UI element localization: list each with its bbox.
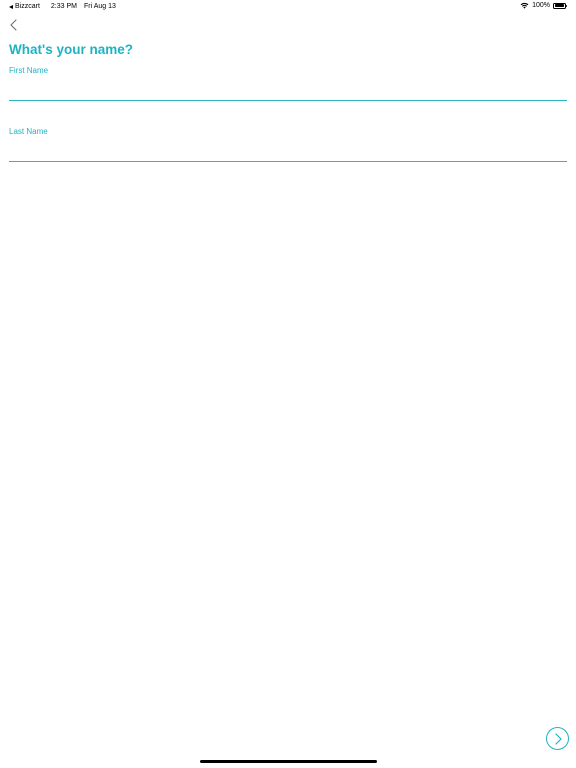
page-title: What's your name?: [9, 42, 133, 57]
status-right: 100%: [520, 2, 568, 9]
chevron-right-icon: [554, 732, 562, 745]
home-indicator[interactable]: [200, 760, 377, 763]
status-left: Bizzcart 2:33 PM Fri Aug 13: [9, 3, 116, 10]
last-name-input[interactable]: [9, 137, 567, 162]
back-to-app-link[interactable]: Bizzcart: [9, 3, 40, 10]
battery-cap: [566, 4, 568, 8]
battery-icon: [553, 2, 568, 9]
first-name-input[interactable]: [9, 76, 567, 101]
status-date: Fri Aug 13: [83, 3, 116, 10]
first-name-field: First Name: [9, 66, 567, 101]
wifi-icon: [520, 2, 529, 9]
name-entry-screen: Bizzcart 2:33 PM Fri Aug 13 100% What's …: [0, 0, 576, 768]
back-app-name: Bizzcart: [15, 3, 40, 10]
last-name-field: Last Name: [9, 127, 567, 162]
back-button[interactable]: [6, 17, 20, 33]
battery-fill: [554, 4, 565, 7]
status-time: 2:33 PM: [50, 3, 77, 10]
battery-percent: 100%: [532, 2, 550, 9]
chevron-left-icon: [9, 19, 17, 31]
next-button[interactable]: [546, 727, 569, 750]
last-name-label: Last Name: [9, 127, 48, 136]
back-arrow-icon: [9, 4, 13, 9]
status-bar: Bizzcart 2:33 PM Fri Aug 13 100%: [0, 0, 576, 14]
first-name-label: First Name: [9, 66, 49, 75]
